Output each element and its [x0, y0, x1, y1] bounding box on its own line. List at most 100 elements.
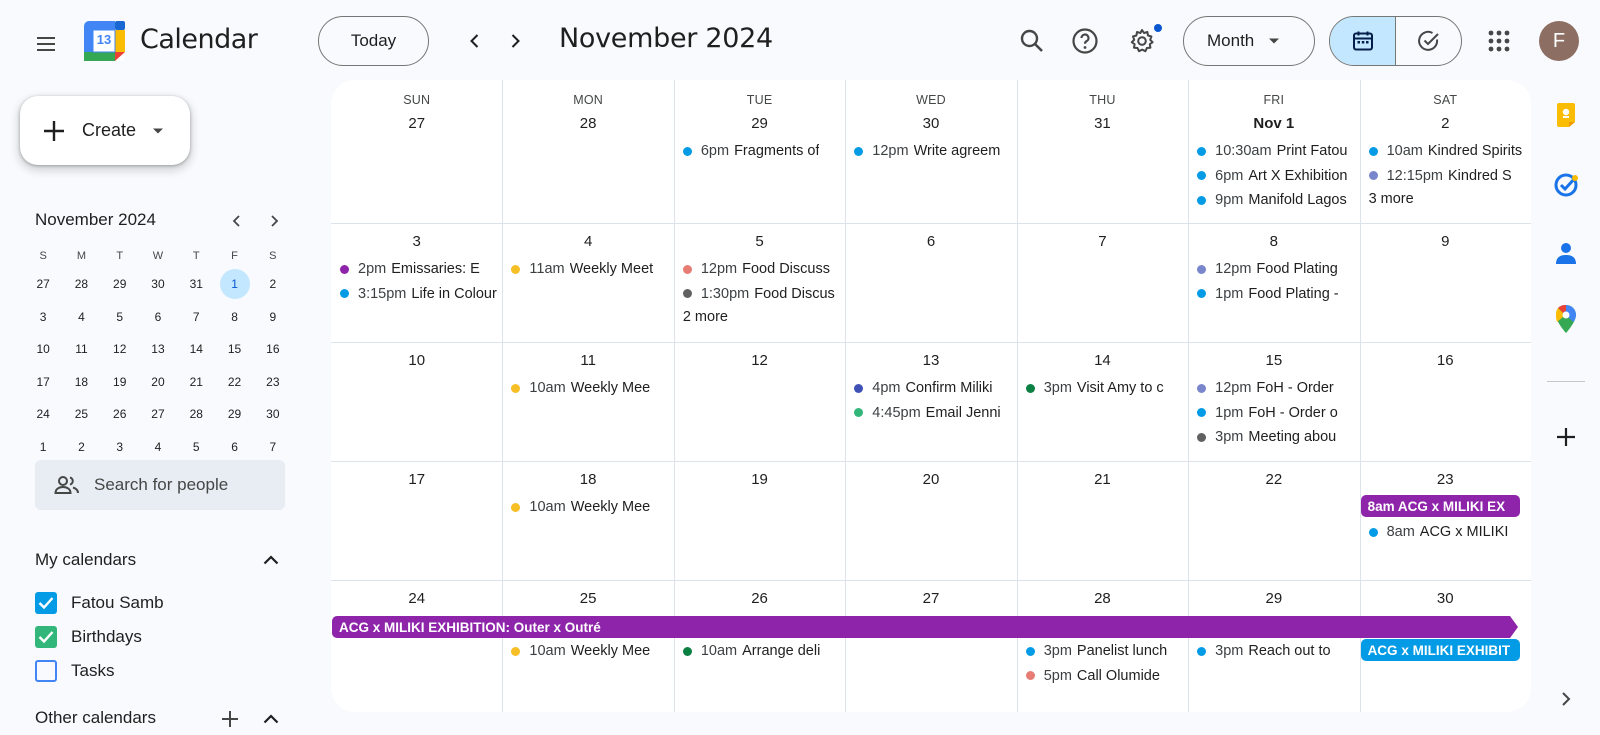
day-cell[interactable]: 22 [1188, 461, 1359, 580]
day-number[interactable]: 30 [1360, 590, 1531, 607]
main-menu-icon[interactable] [22, 20, 70, 68]
mini-day[interactable]: 29 [101, 269, 139, 299]
event-chip[interactable]: 10am Kindred Spirits [1367, 140, 1529, 162]
day-number[interactable]: 6 [845, 233, 1016, 250]
collapse-my-calendars-chevron-up-icon[interactable] [259, 548, 283, 572]
mini-day[interactable]: 2 [254, 269, 292, 299]
mini-day[interactable]: 27 [139, 399, 177, 429]
day-cell[interactable]: 15 12pm FoH - Order 1pm FoH - Order o 3pm Meet… [1188, 342, 1359, 461]
day-number[interactable]: 5 [674, 233, 845, 250]
event-chip[interactable]: 12:15pm Kindred S [1367, 165, 1529, 187]
day-cell[interactable]: 28 3pm Panelist lunch 5pm Call Olumide [1017, 580, 1188, 712]
next-month-button[interactable] [499, 25, 531, 57]
all-day-event-chip[interactable]: ACG x MILIKI EXHIBIT [1360, 639, 1520, 661]
day-cell[interactable]: 23 8am ACG x MILIKI EX 8am ACG x MILIKI [1360, 461, 1531, 580]
help-icon[interactable] [1064, 20, 1106, 62]
day-number[interactable]: 15 [1188, 352, 1359, 369]
day-cell[interactable]: 18 10am Weekly Mee [502, 461, 673, 580]
mini-day[interactable]: 28 [62, 269, 100, 299]
day-number[interactable]: 11 [502, 352, 673, 369]
event-chip[interactable]: 2pm Emissaries: E [338, 258, 500, 280]
event-chip[interactable]: 3:15pm Life in Colour [338, 283, 500, 305]
mini-day[interactable]: 25 [62, 399, 100, 429]
mini-day[interactable]: 12 [101, 334, 139, 364]
other-calendars-title[interactable]: Other calendars [35, 708, 156, 728]
account-avatar[interactable]: F [1539, 21, 1579, 61]
day-cell[interactable]: SUN 27 [331, 80, 502, 223]
day-number[interactable]: 7 [1017, 233, 1188, 250]
mini-day[interactable]: 16 [254, 334, 292, 364]
event-chip[interactable]: 9pm Manifold Lagos [1195, 189, 1357, 211]
mini-day[interactable]: 5 [177, 432, 215, 462]
event-chip[interactable]: 12pm FoH - Order [1195, 377, 1357, 399]
more-events-link[interactable]: 3 more [1369, 191, 1414, 207]
mini-day[interactable]: 6 [215, 432, 253, 462]
day-cell[interactable]: 21 [1017, 461, 1188, 580]
day-number[interactable]: 13 [845, 352, 1016, 369]
day-cell[interactable]: 8 12pm Food Plating 1pm Food Plating - [1188, 223, 1359, 342]
mini-day[interactable]: 7 [177, 302, 215, 332]
day-cell[interactable]: 26 10am Arrange deli [674, 580, 845, 712]
day-cell[interactable]: FRI Nov 1 10:30am Print Fatou 6pm Art X Exhib… [1188, 80, 1359, 223]
mini-day[interactable]: 28 [177, 399, 215, 429]
mini-day[interactable]: 1 [24, 432, 62, 462]
mini-next-month-button[interactable] [261, 208, 287, 234]
mini-day[interactable]: 30 [254, 399, 292, 429]
day-cell[interactable]: 29 3pm Reach out to [1188, 580, 1359, 712]
day-number[interactable]: Nov 1 [1188, 115, 1359, 132]
day-number[interactable]: 23 [1360, 471, 1531, 488]
day-number[interactable]: 2 [1360, 115, 1531, 132]
day-number[interactable]: 29 [1188, 590, 1359, 607]
mini-day[interactable]: 30 [139, 269, 177, 299]
day-number[interactable]: 25 [502, 590, 673, 607]
mini-day[interactable]: 3 [101, 432, 139, 462]
mini-previous-month-button[interactable] [224, 208, 250, 234]
collapse-other-calendars-chevron-up-icon[interactable] [259, 707, 283, 731]
calendar-item[interactable]: Fatou Samb [35, 592, 164, 614]
mini-day[interactable]: 17 [24, 367, 62, 397]
day-number[interactable]: 12 [674, 352, 845, 369]
event-chip[interactable]: 12pm Food Plating [1195, 258, 1357, 280]
mini-day[interactable]: 20 [139, 367, 177, 397]
mini-day[interactable]: 11 [62, 334, 100, 364]
calendar-logo[interactable]: 13 [84, 21, 125, 61]
day-cell[interactable]: 27 [845, 580, 1016, 712]
event-chip[interactable]: 6pm Art X Exhibition [1195, 165, 1357, 187]
event-chip[interactable]: 1:30pm Food Discus [681, 283, 843, 305]
mini-day[interactable]: 13 [139, 334, 177, 364]
maps-icon[interactable] [1551, 304, 1581, 334]
day-number[interactable]: 10 [331, 352, 502, 369]
google-apps-grid-icon[interactable] [1478, 20, 1520, 62]
day-number[interactable]: 4 [502, 233, 673, 250]
more-events-link[interactable]: 2 more [683, 309, 728, 325]
event-chip[interactable]: 1pm Food Plating - [1195, 283, 1357, 305]
event-chip[interactable]: 4:45pm Email Jenni [852, 402, 1014, 424]
mini-day[interactable]: 6 [139, 302, 177, 332]
create-button[interactable]: Create [20, 96, 190, 165]
day-number[interactable]: 24 [331, 590, 502, 607]
calendar-item[interactable]: Birthdays [35, 626, 142, 648]
event-chip[interactable]: 10am Weekly Mee [509, 496, 671, 518]
mini-day[interactable]: 8 [215, 302, 253, 332]
day-cell[interactable]: 9 [1360, 223, 1531, 342]
day-cell[interactable]: 6 [845, 223, 1016, 342]
day-cell[interactable]: 25 10am Weekly Mee [502, 580, 673, 712]
add-addon-plus-icon[interactable] [1551, 422, 1581, 452]
mini-day[interactable]: 26 [101, 399, 139, 429]
day-number[interactable]: 20 [845, 471, 1016, 488]
event-chip[interactable]: 10am Weekly Mee [509, 640, 671, 662]
day-cell[interactable]: WED 30 12pm Write agreem [845, 80, 1016, 223]
day-cell[interactable]: 19 [674, 461, 845, 580]
day-number[interactable]: 30 [845, 115, 1016, 132]
day-cell[interactable]: SAT 2 10am Kindred Spirits 12:15pm Kindred S 3… [1360, 80, 1531, 223]
event-chip[interactable]: 1pm FoH - Order o [1195, 402, 1357, 424]
day-cell[interactable]: 12 [674, 342, 845, 461]
day-cell[interactable]: 24 [331, 580, 502, 712]
day-cell[interactable]: 5 12pm Food Discuss 1:30pm Food Discus 2 more [674, 223, 845, 342]
event-chip[interactable]: 12pm Write agreem [852, 140, 1014, 162]
mini-day[interactable]: 2 [62, 432, 100, 462]
day-cell[interactable]: 7 [1017, 223, 1188, 342]
mini-day[interactable]: 27 [24, 269, 62, 299]
day-number[interactable]: 27 [331, 115, 502, 132]
day-cell[interactable]: 16 [1360, 342, 1531, 461]
